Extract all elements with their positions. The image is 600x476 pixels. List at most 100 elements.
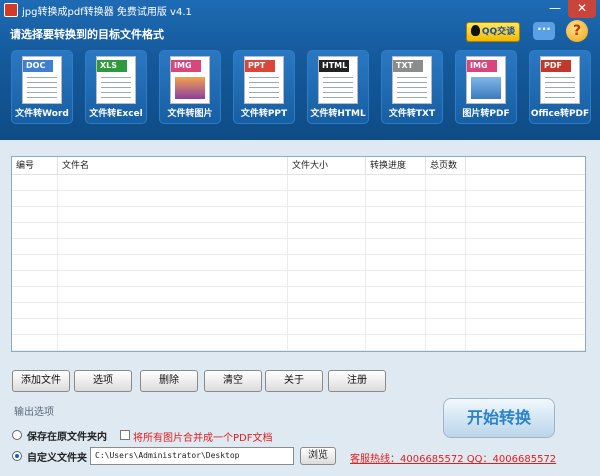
output-path-field[interactable]: C:\Users\Administrator\Desktop bbox=[90, 447, 294, 465]
format-label: 文件转Excel bbox=[89, 109, 143, 119]
custom-folder-label: 自定义文件夹 bbox=[27, 453, 87, 464]
table-row bbox=[12, 239, 585, 255]
table-cell bbox=[426, 175, 466, 191]
table-cell bbox=[12, 175, 58, 191]
table-cell bbox=[366, 207, 426, 223]
table-cell bbox=[58, 191, 288, 207]
app-window: jpg转换成pdf转换器 免费试用版 v4.1 — ✕ 请选择要转换到的目标文件… bbox=[0, 0, 600, 476]
table-cell bbox=[58, 303, 288, 319]
header-panel: jpg转换成pdf转换器 免费试用版 v4.1 — ✕ 请选择要转换到的目标文件… bbox=[0, 0, 600, 140]
table-cell bbox=[426, 319, 466, 335]
format-label: 文件转PPT bbox=[240, 109, 288, 119]
format-button-image[interactable]: IMG 文件转图片 bbox=[159, 50, 221, 124]
format-tag: PDF bbox=[541, 60, 571, 72]
table-cell bbox=[12, 335, 58, 351]
qq-chat-button[interactable]: QQ交谈 bbox=[466, 22, 520, 42]
html-doc-icon: HTML bbox=[318, 56, 358, 104]
format-button-office-to-pdf[interactable]: PDF Office转PDF bbox=[529, 50, 591, 124]
table-cell bbox=[288, 271, 366, 287]
column-header-pages: 总页数 bbox=[426, 157, 466, 175]
table-row bbox=[12, 319, 585, 335]
table-cell bbox=[288, 239, 366, 255]
format-tag: XLS bbox=[97, 60, 127, 72]
table-cell bbox=[366, 223, 426, 239]
title-bar: jpg转换成pdf转换器 免费试用版 v4.1 — ✕ bbox=[0, 0, 600, 20]
table-cell bbox=[58, 271, 288, 287]
doc-lines bbox=[323, 77, 353, 99]
table-cell bbox=[426, 287, 466, 303]
minimize-button[interactable]: — bbox=[544, 0, 566, 18]
format-tag: HTML bbox=[319, 60, 349, 72]
table-cell bbox=[12, 223, 58, 239]
table-cell bbox=[288, 287, 366, 303]
table-cell bbox=[366, 191, 426, 207]
format-label: 文件转图片 bbox=[167, 109, 213, 119]
format-prompt: 请选择要转换到的目标文件格式 bbox=[10, 28, 164, 41]
message-icon[interactable]: ··· bbox=[533, 22, 555, 40]
table-row bbox=[12, 335, 585, 351]
format-label: 图片转PDF bbox=[462, 109, 510, 119]
format-buttons-row: DOC 文件转Word XLS 文件转Excel IMG 文件转图片 PPT 文… bbox=[0, 50, 600, 126]
format-tag: IMG bbox=[171, 60, 201, 72]
about-button[interactable]: 关于 bbox=[265, 370, 323, 392]
delete-button[interactable]: 删除 bbox=[140, 370, 198, 392]
merge-images-checkbox[interactable] bbox=[120, 430, 130, 440]
format-label: Office转PDF bbox=[530, 109, 590, 119]
browse-button[interactable]: 浏览 bbox=[300, 447, 336, 465]
help-icon[interactable]: ? bbox=[566, 20, 588, 42]
table-cell bbox=[366, 271, 426, 287]
table-header: 编号 文件名 文件大小 转换进度 总页数 bbox=[12, 157, 585, 175]
table-cell bbox=[288, 303, 366, 319]
table-cell bbox=[58, 319, 288, 335]
file-list-table[interactable]: 编号 文件名 文件大小 转换进度 总页数 bbox=[11, 156, 586, 352]
table-cell bbox=[12, 255, 58, 271]
format-button-word[interactable]: DOC 文件转Word bbox=[11, 50, 73, 124]
column-header-progress: 转换进度 bbox=[366, 157, 426, 175]
add-file-button[interactable]: 添加文件 bbox=[12, 370, 70, 392]
format-button-image-to-pdf[interactable]: IMG 图片转PDF bbox=[455, 50, 517, 124]
table-cell bbox=[288, 335, 366, 351]
table-cell bbox=[58, 239, 288, 255]
output-options-title: 输出选项 bbox=[14, 407, 54, 418]
table-cell bbox=[288, 223, 366, 239]
clear-button[interactable]: 清空 bbox=[204, 370, 262, 392]
table-cell bbox=[12, 191, 58, 207]
save-original-radio[interactable] bbox=[12, 430, 22, 440]
table-cell bbox=[58, 255, 288, 271]
table-cell bbox=[58, 287, 288, 303]
start-convert-button[interactable]: 开始转换 bbox=[443, 398, 555, 438]
format-button-ppt[interactable]: PPT 文件转PPT bbox=[233, 50, 295, 124]
table-cell bbox=[366, 287, 426, 303]
window-title: jpg转换成pdf转换器 免费试用版 v4.1 bbox=[22, 7, 192, 18]
doc-lines bbox=[397, 77, 427, 99]
table-cell bbox=[426, 271, 466, 287]
custom-folder-radio[interactable] bbox=[12, 451, 22, 461]
table-row bbox=[12, 255, 585, 271]
close-button[interactable]: ✕ bbox=[568, 0, 596, 18]
table-cell bbox=[366, 335, 426, 351]
register-button[interactable]: 注册 bbox=[328, 370, 386, 392]
txt-doc-icon: TXT bbox=[392, 56, 432, 104]
doc-lines bbox=[101, 77, 131, 99]
table-cell bbox=[366, 175, 426, 191]
format-button-html[interactable]: HTML 文件转HTML bbox=[307, 50, 369, 124]
format-tag: DOC bbox=[23, 60, 53, 72]
format-button-txt[interactable]: TXT 文件转TXT bbox=[381, 50, 443, 124]
table-row bbox=[12, 223, 585, 239]
table-cell bbox=[366, 319, 426, 335]
support-hotline-link[interactable]: 客服热线：4006685572 QQ：4006685572 bbox=[350, 450, 556, 465]
qq-chat-label: QQ交谈 bbox=[481, 27, 516, 37]
merge-images-label: 将所有图片合并成一个PDF文档 bbox=[133, 433, 273, 444]
excel-doc-icon: XLS bbox=[96, 56, 136, 104]
format-tag: PPT bbox=[245, 60, 275, 72]
format-button-excel[interactable]: XLS 文件转Excel bbox=[85, 50, 147, 124]
table-cell bbox=[426, 239, 466, 255]
table-cell bbox=[12, 239, 58, 255]
table-row bbox=[12, 191, 585, 207]
table-cell bbox=[426, 335, 466, 351]
format-label: 文件转TXT bbox=[388, 109, 436, 119]
doc-picture bbox=[471, 77, 501, 99]
table-cell bbox=[426, 303, 466, 319]
options-button[interactable]: 选项 bbox=[74, 370, 132, 392]
table-cell bbox=[12, 287, 58, 303]
